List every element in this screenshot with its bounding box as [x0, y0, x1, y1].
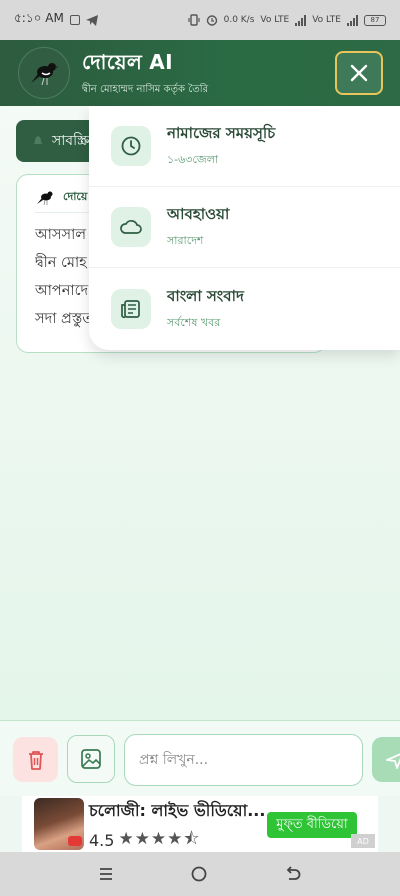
ad-title: চলোজী: লাইভ ভীডিয়ো...	[89, 801, 266, 820]
ad-cta-button[interactable]: মুফ্ত বীডিয়ো	[267, 812, 357, 838]
ad-rating-value: 4.5	[89, 831, 115, 850]
ad-rating: 4.5 ★★★★⯪	[89, 826, 201, 855]
menu-item-bangla-news[interactable]: বাংলা সংবাদ সর্বশেষ খবর	[89, 268, 400, 349]
menu-item-prayer-times[interactable]: নামাজের সময়সূচি ১-৬৩জেলা	[89, 106, 400, 187]
app-header: দোয়েল AI দ্বীন মোহাম্মদ নাসিম কর্তৃক তৈ…	[0, 40, 400, 106]
attach-image-button[interactable]	[67, 735, 115, 783]
image-icon	[81, 749, 101, 769]
bird-logo-icon	[31, 63, 59, 86]
question-input[interactable]	[124, 734, 363, 786]
close-icon	[350, 64, 368, 82]
app-subtitle: দ্বীন মোহাম্মদ নাসিম কর্তৃক তৈরি	[82, 83, 209, 95]
facebook-icon	[69, 15, 80, 25]
app-title: দোয়েল AI	[82, 49, 173, 74]
close-menu-button[interactable]	[335, 51, 383, 95]
signal-icon	[295, 14, 307, 26]
battery-icon: 87	[364, 14, 386, 26]
status-time: ৫:১০ AM	[14, 11, 64, 25]
menu-item-subtitle: সারাদেশ	[167, 234, 204, 247]
rating-stars-icon: ★★★★⯪	[118, 829, 201, 849]
menu-item-weather[interactable]: আবহাওয়া সারাদেশ	[89, 187, 400, 268]
trash-icon	[28, 750, 43, 770]
signal-icon-2	[347, 14, 358, 26]
cloud-icon	[111, 207, 151, 247]
ad-banner[interactable]: চলোজী: লাইভ ভীডিয়ো... 4.5 ★★★★⯪ মুফ্ত ব…	[22, 796, 378, 852]
menu-item-subtitle: সর্বশেষ খবর	[167, 315, 221, 329]
input-bar	[0, 720, 400, 796]
menu-item-subtitle: ১-৬৩জেলা	[167, 153, 219, 166]
features-dropdown-menu: নামাজের সময়সূচি ১-৬৩জেলা আবহাওয়া সারাদ…	[89, 106, 400, 350]
ad-thumbnail	[34, 798, 84, 850]
back-icon[interactable]	[284, 866, 302, 882]
system-nav-bar	[0, 852, 400, 896]
live-video-icon	[68, 836, 82, 846]
send-button[interactable]	[372, 737, 400, 782]
menu-item-title: বাংলা সংবাদ	[167, 286, 244, 305]
newspaper-icon	[111, 288, 151, 329]
bell-icon	[34, 136, 42, 144]
clear-chat-button[interactable]	[13, 737, 58, 782]
status-bar: ৫:১০ AM 0.0 K/s Vo LTE Vo LTE 87	[0, 0, 400, 40]
subscribe-chip-label: সাবস্ক্রি	[52, 133, 90, 149]
bird-avatar-icon	[37, 191, 53, 205]
send-icon	[386, 752, 400, 769]
clock-icon	[111, 126, 151, 166]
ad-badge: AD	[351, 834, 375, 848]
recent-apps-icon[interactable]	[98, 866, 114, 882]
alarm-icon	[206, 15, 217, 26]
menu-item-title: নামাজের সময়সূচি	[167, 124, 276, 142]
home-icon[interactable]	[190, 865, 208, 883]
network-speed: 0.0 K/s	[223, 15, 255, 25]
network-label-2: Vo LTE	[312, 15, 341, 25]
menu-item-title: আবহাওয়া	[167, 205, 230, 223]
telegram-icon	[85, 14, 98, 26]
logo-avatar	[18, 47, 70, 99]
network-label-1: Vo LTE	[260, 15, 290, 25]
message-sender: দোয়ে	[63, 190, 88, 203]
vibrate-icon	[188, 14, 200, 26]
